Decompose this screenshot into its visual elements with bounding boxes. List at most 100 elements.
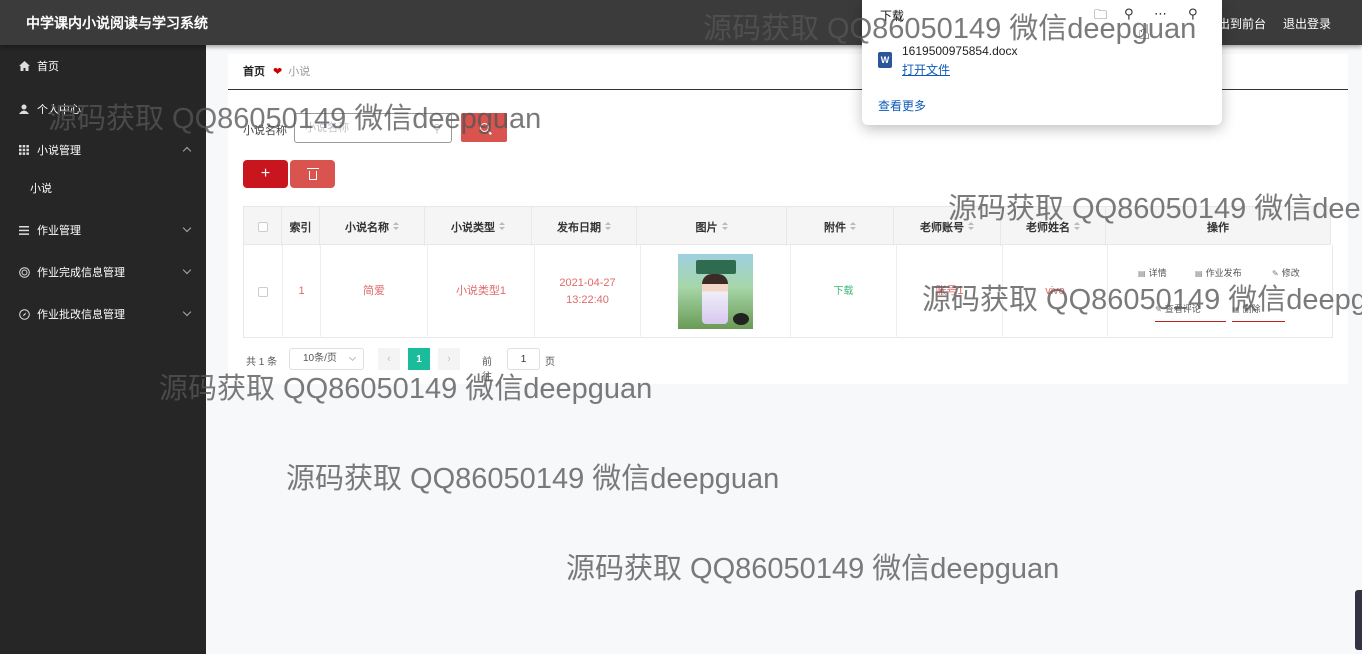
- sort-icon[interactable]: [1074, 222, 1080, 230]
- page-number-current[interactable]: 1: [408, 348, 430, 370]
- prev-page-button[interactable]: ‹: [378, 348, 400, 370]
- row-checkbox[interactable]: [258, 286, 268, 297]
- add-button[interactable]: +: [243, 160, 288, 188]
- column-header-type[interactable]: 小说类型: [425, 207, 532, 246]
- cell-type: 小说类型1: [428, 245, 535, 338]
- column-header-teacher-account[interactable]: 老师账号: [894, 207, 1001, 246]
- next-page-button[interactable]: ›: [438, 348, 460, 370]
- sidebar-item-label: 作业管理: [37, 225, 81, 237]
- view-comments-button[interactable]: ✎ 查看评论: [1155, 302, 1226, 322]
- column-header-actions: 操作: [1207, 221, 1229, 234]
- row-actions: ▤ 详情 ▤ 作业发布 ✎ 修改 ✎ 查看评论 ▤ 删除: [1108, 245, 1334, 338]
- page-size-select[interactable]: 10条/页: [289, 348, 364, 370]
- delete-button[interactable]: [290, 160, 335, 188]
- see-more-link[interactable]: 查看更多: [878, 97, 926, 114]
- goto-page-input[interactable]: [507, 348, 540, 370]
- chevron-down-icon: [182, 307, 192, 317]
- user-icon: [18, 103, 30, 115]
- app-title: 中学课内小说阅读与学习系统: [26, 15, 208, 31]
- cell-date: 2021-04-27 13:22:40: [535, 245, 641, 338]
- column-header-image[interactable]: 图片: [637, 207, 787, 246]
- page-unit-label: 页: [545, 357, 555, 368]
- novel-cover-image: [678, 254, 753, 329]
- cell-teacher-account: 账号1: [897, 245, 1003, 338]
- column-header-attachment[interactable]: 附件: [787, 207, 894, 246]
- chevron-up-icon: [182, 146, 192, 156]
- document-icon: ▤: [1138, 269, 1146, 278]
- delete-row-button[interactable]: ▤ 删除: [1232, 302, 1285, 322]
- sort-icon[interactable]: [968, 222, 974, 230]
- novel-name-search-input[interactable]: [294, 113, 452, 143]
- document-icon: ▤: [1195, 269, 1203, 278]
- chevron-down-icon: [182, 223, 192, 233]
- download-popup-title: 下载: [880, 9, 905, 23]
- downloaded-file-name: 1619500975854.docx: [902, 44, 1018, 58]
- open-file-link[interactable]: 打开文件: [902, 61, 950, 78]
- search-icon: [479, 123, 489, 132]
- sidebar-item-novel[interactable]: 小说: [0, 173, 206, 203]
- table-header: 索引 小说名称 小说类型 发布日期 图片 附件 老师账号 老师姓名 操作: [243, 206, 1331, 246]
- total-count: 共 1 条: [246, 357, 278, 368]
- pencil-icon: ✎: [1272, 269, 1279, 278]
- hand-cursor-icon: ☝: [1138, 22, 1151, 44]
- table-row: 1 简爱 小说类型1 2021-04-27 13:22:40 下载 账号1 vi…: [243, 245, 1333, 338]
- cell-image: [641, 245, 791, 338]
- sidebar-item-grading-management[interactable]: 作业批改信息管理: [0, 299, 206, 329]
- logout-link[interactable]: 退出登录: [1283, 15, 1331, 32]
- cell-name: 简爱: [321, 245, 428, 338]
- pin-icon[interactable]: ⚲: [1188, 6, 1198, 22]
- pencil-icon: ✎: [1155, 305, 1162, 314]
- sidebar-item-profile[interactable]: 个人中心: [0, 94, 206, 124]
- sort-icon[interactable]: [721, 222, 728, 230]
- sort-icon[interactable]: [393, 222, 399, 230]
- list-icon: [18, 224, 30, 236]
- grid-icon: [18, 144, 30, 156]
- sidebar-item-label: 首页: [37, 61, 59, 73]
- front-page-link[interactable]: 出到前台: [1218, 15, 1266, 32]
- sidebar-item-home[interactable]: 首页: [0, 51, 206, 81]
- window-edge-tab: [1355, 590, 1362, 650]
- edit-button[interactable]: ✎ 修改: [1272, 266, 1300, 279]
- download-popup: 下载 🗀 ⚲ ⋯ ⚲ W 1619500975854.docx 打开文件 查看更…: [862, 0, 1222, 125]
- detail-button[interactable]: ▤ 详情: [1138, 266, 1167, 279]
- chevron-down-icon: [182, 265, 192, 275]
- sidebar-item-label: 小说管理: [37, 145, 81, 157]
- trash-icon: ▤: [1232, 305, 1240, 314]
- sidebar-item-label: 小说: [30, 183, 52, 195]
- sort-icon[interactable]: [499, 222, 505, 230]
- sidebar-item-novel-management[interactable]: 小说管理: [0, 135, 206, 165]
- sort-icon[interactable]: [605, 222, 611, 230]
- sidebar-item-label: 作业批改信息管理: [37, 309, 125, 321]
- trash-icon: [306, 167, 319, 180]
- cell-teacher-name: vivo: [1003, 245, 1108, 338]
- cell-index: 1: [283, 245, 321, 338]
- select-all-cell: [244, 207, 282, 246]
- more-icon[interactable]: ⋯: [1154, 6, 1167, 22]
- search-icon[interactable]: ⚲: [1124, 6, 1134, 22]
- sidebar-item-homework-management[interactable]: 作业管理: [0, 215, 206, 245]
- word-file-icon: W: [878, 52, 892, 68]
- sidebar: 首页 个人中心 小说管理 小说 作业管理 作业完成信息管理 作业批改信息管理: [0, 45, 206, 654]
- search-label: 小说名称: [243, 125, 287, 137]
- search-icon: ⚲: [433, 123, 442, 135]
- column-header-index: 索引: [282, 207, 320, 246]
- download-attachment-link[interactable]: 下载: [791, 245, 897, 338]
- select-all-checkbox[interactable]: [257, 221, 268, 232]
- chevron-down-icon: [348, 353, 357, 362]
- compass-icon: [18, 308, 30, 320]
- breadcrumb: 首页 ❤ 小说: [243, 63, 310, 79]
- sort-icon[interactable]: [850, 222, 856, 230]
- folder-icon[interactable]: 🗀: [1094, 6, 1107, 28]
- sidebar-item-completion-management[interactable]: 作业完成信息管理: [0, 257, 206, 287]
- publish-homework-button[interactable]: ▤ 作业发布: [1195, 266, 1242, 279]
- column-header-name[interactable]: 小说名称: [320, 207, 425, 246]
- heart-icon: ❤: [273, 65, 283, 78]
- goto-label: 前往: [482, 357, 492, 383]
- column-header-date[interactable]: 发布日期: [532, 207, 637, 246]
- watermark: 源码获取 QQ86050149 微信deepguan: [566, 553, 1060, 585]
- row-select-cell: [244, 245, 283, 338]
- sidebar-item-label: 作业完成信息管理: [37, 267, 125, 279]
- breadcrumb-home[interactable]: 首页: [243, 63, 265, 79]
- search-button[interactable]: [461, 113, 507, 142]
- column-header-teacher-name[interactable]: 老师姓名: [1001, 207, 1106, 246]
